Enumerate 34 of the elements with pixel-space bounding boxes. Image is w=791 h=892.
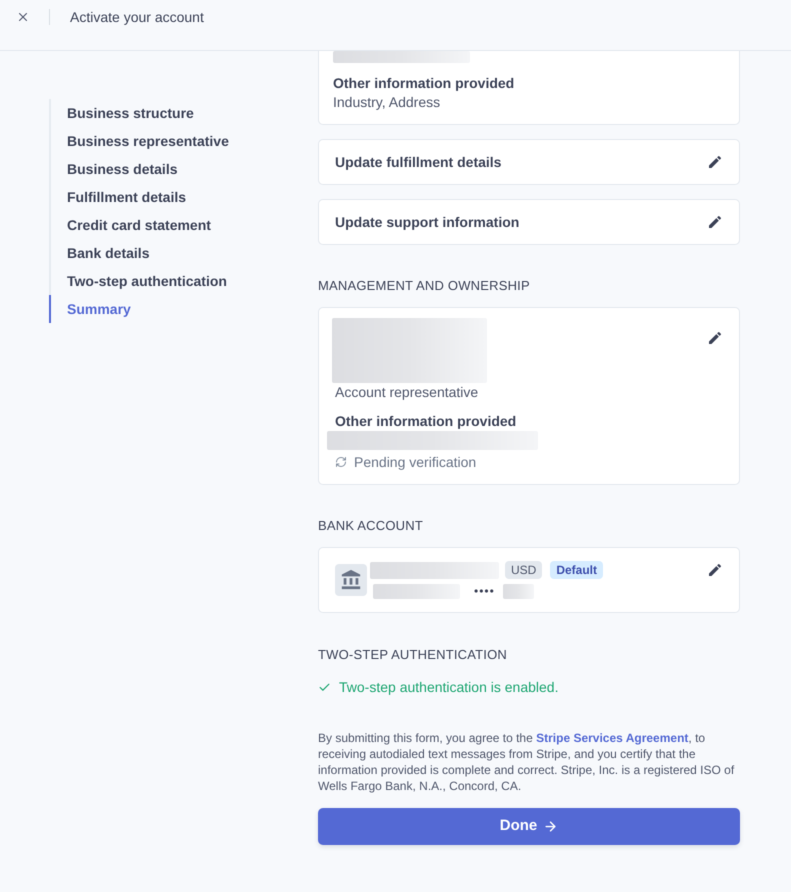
role-text: Account representative xyxy=(335,383,480,402)
arrow-icon xyxy=(543,819,558,834)
pencil-icon xyxy=(707,330,723,346)
done-button[interactable]: Done xyxy=(318,808,740,845)
edit-button[interactable] xyxy=(707,154,723,170)
edit-button[interactable] xyxy=(707,330,723,346)
pencil-icon xyxy=(707,562,723,578)
agreement-link[interactable]: Stripe Services Agreement xyxy=(536,731,688,745)
sidebar-item[interactable]: Two-step authentication xyxy=(49,267,318,295)
blurred-block xyxy=(502,584,534,599)
update-label: Update fulfillment details xyxy=(335,152,502,172)
status-text: Two-step authentication is enabled. xyxy=(339,678,558,697)
info-value: Industry, Address xyxy=(333,93,442,112)
section-heading: TWO-STEP AUTHENTICATION xyxy=(318,646,508,664)
legal-text: By submitting this form, you agree to the Stripe Services Agreement, to receiving autodialed text messages from Stripe, and you certify that the information provided is complete and correct. Stripe, Inc. is a registered ISO of Wells Fargo Bank, N.A., Concord, CA. xyxy=(318,730,736,794)
section-heading: BANK ACCOUNT xyxy=(318,517,424,535)
default-badge: Default xyxy=(550,561,604,579)
update-row[interactable]: Update support information xyxy=(318,199,740,245)
currency-badge: USD xyxy=(505,561,542,579)
pencil-icon xyxy=(707,214,723,230)
update-label: Update support information xyxy=(335,212,520,232)
masked-digits: •••• xyxy=(474,584,495,599)
sync-icon xyxy=(335,456,347,468)
update-row[interactable]: Update fulfillment details xyxy=(318,139,740,185)
page-title: Activate your account xyxy=(70,8,204,27)
info-label: Other information provided xyxy=(335,412,518,431)
section-heading: MANAGEMENT AND OWNERSHIP xyxy=(318,277,531,295)
edit-button[interactable] xyxy=(707,562,723,578)
info-label: Other information provided xyxy=(333,74,516,93)
pencil-icon xyxy=(707,154,723,170)
bank-icon xyxy=(335,564,367,596)
close-icon xyxy=(16,10,30,24)
edit-button[interactable] xyxy=(707,214,723,230)
status-text: Pending verification xyxy=(354,453,476,472)
